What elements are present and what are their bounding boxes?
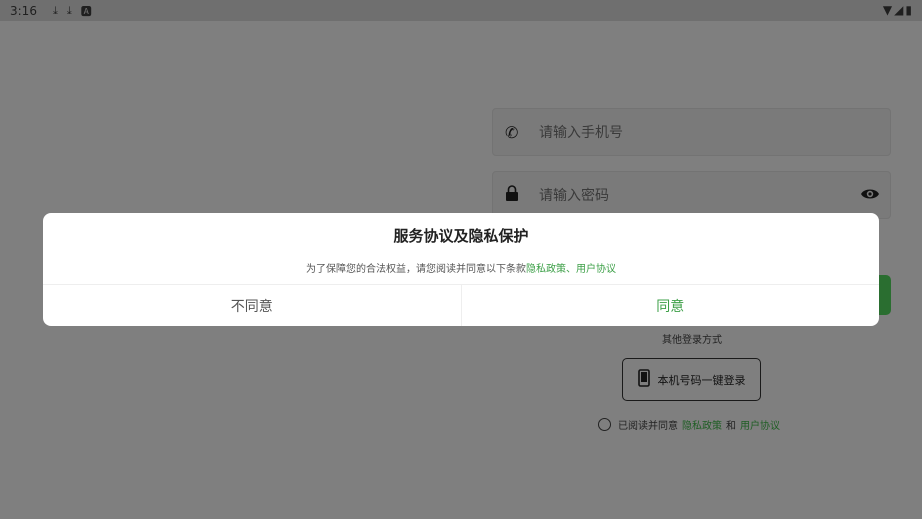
dialog-user-agreement-link[interactable]: 用户协议 [576, 264, 616, 275]
user-agreement-link[interactable]: 用户协议 [740, 417, 780, 432]
download-icon: ⤓ [66, 3, 72, 17]
mobile-phone-icon [637, 369, 650, 390]
privacy-policy-link[interactable]: 隐私政策 [682, 417, 722, 432]
phone-placeholder: 请输入手机号 [539, 125, 623, 141]
wifi-icon: ▼ [882, 3, 893, 17]
phone-icon: ✆ [505, 122, 519, 142]
and-text: 和 [726, 421, 736, 432]
lock-icon [505, 185, 527, 205]
other-login-methods-label: 其他登录方式 [662, 335, 722, 346]
agree-radio[interactable] [598, 418, 611, 431]
phone-input[interactable]: ✆ 请输入手机号 [492, 108, 891, 156]
signal-icon: ◢ [894, 3, 904, 17]
dialog-title: 服务协议及隐私保护 [393, 227, 529, 245]
agree-prefix: 已阅读并同意 [618, 421, 678, 432]
a-icon: 🅰 [80, 4, 92, 18]
onekey-login-button[interactable]: 本机号码一键登录 [622, 358, 761, 401]
dialog-separator: 、 [566, 264, 576, 275]
eye-icon[interactable] [860, 184, 880, 204]
password-placeholder: 请输入密码 [539, 188, 609, 204]
privacy-dialog: 服务协议及隐私保护 为了保障您的合法权益，请您阅读并同意以下条款隐私政策、用户协… [43, 213, 879, 326]
password-input[interactable]: 请输入密码 [492, 171, 891, 219]
disagree-button[interactable]: 不同意 [43, 285, 462, 326]
status-time: 3:16 [10, 3, 37, 18]
dialog-actions: 不同意 同意 [43, 284, 879, 326]
dialog-message: 为了保障您的合法权益，请您阅读并同意以下条款隐私政策、用户协议 [43, 260, 879, 275]
battery-icon: ▮ [905, 3, 912, 17]
agreement-line: 已阅读并同意 隐私政策 和 用户协议 [598, 417, 784, 432]
onekey-login-label: 本机号码一键登录 [657, 373, 746, 387]
dialog-privacy-link[interactable]: 隐私政策 [526, 264, 566, 275]
status-bar: 3:16 ⤓ ⤓ 🅰 ▼ ◢ ▮ [0, 0, 922, 21]
agree-button[interactable]: 同意 [462, 285, 880, 326]
download-icon: ⤓ [52, 3, 58, 17]
dialog-message-text: 为了保障您的合法权益，请您阅读并同意以下条款 [306, 264, 526, 275]
